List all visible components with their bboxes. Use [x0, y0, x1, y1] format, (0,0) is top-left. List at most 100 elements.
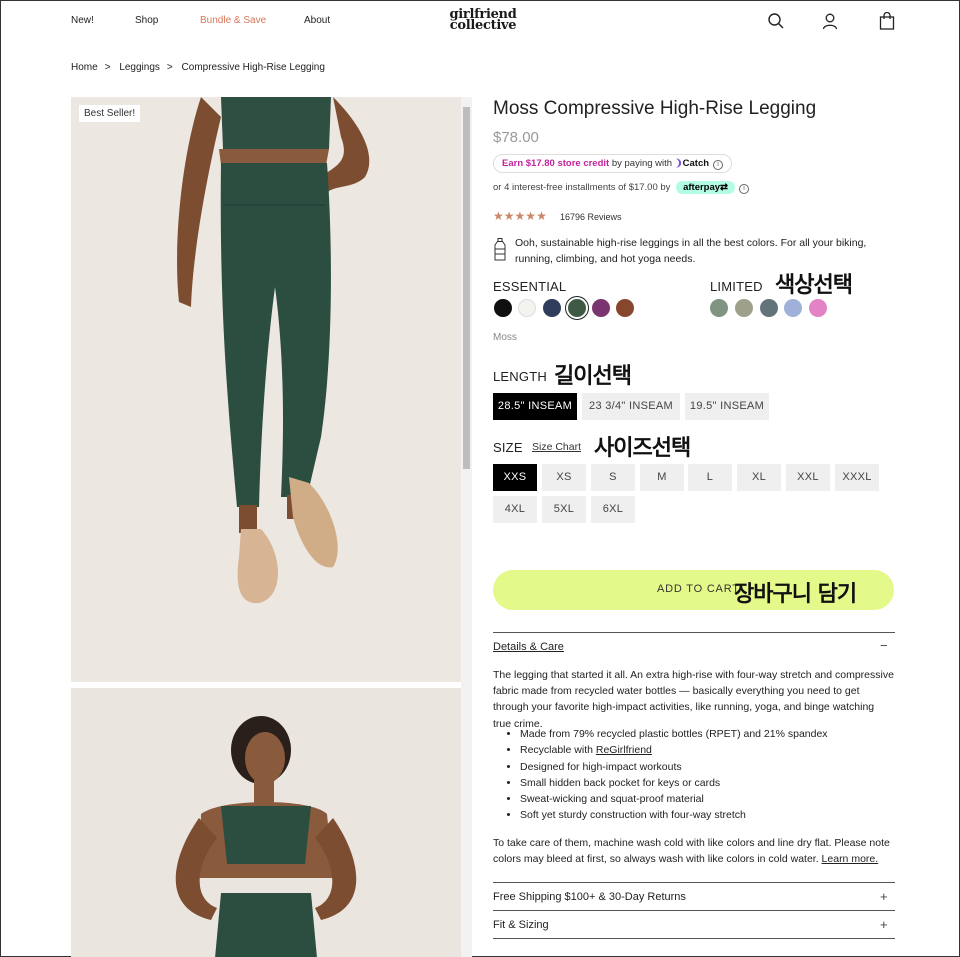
star-icon: ★	[493, 209, 504, 223]
length-option-28-5[interactable]: 28.5" INSEAM	[493, 393, 577, 420]
size-option-m[interactable]: M	[640, 464, 684, 491]
annotation-size-select: 사이즈선택	[594, 436, 691, 461]
gallery-scrollbar[interactable]	[461, 97, 472, 957]
product-photo-main[interactable]: Best Seller!	[71, 97, 461, 682]
star-icon: ★	[503, 209, 515, 223]
account-icon[interactable]	[821, 12, 839, 30]
size-option-l[interactable]: L	[688, 464, 732, 491]
list-item: Sweat-wicking and squat-proof material	[520, 791, 828, 807]
afterpay-badge[interactable]: afterpay⇄	[676, 181, 736, 194]
size-option-4xl[interactable]: 4XL	[493, 496, 537, 523]
shipping-returns-accordion[interactable]: Free Shipping $100+ & 30-Day Returns	[493, 891, 686, 903]
size-option-xs[interactable]: XS	[542, 464, 586, 491]
add-to-cart-label: ADD TO CART	[657, 583, 740, 595]
star-icon: ★	[536, 209, 547, 223]
annotation-add-to-cart: 장바구니 담기	[734, 582, 857, 607]
color-swatch-periwinkle[interactable]	[784, 299, 802, 317]
color-swatch-navy[interactable]	[543, 299, 561, 317]
length-option-23-75[interactable]: 23 3/4" INSEAM	[582, 393, 680, 420]
product-photo-secondary[interactable]	[71, 688, 461, 957]
fit-sizing-accordion[interactable]: Fit & Sizing	[493, 919, 549, 931]
breadcrumb: Home > Leggings > Compressive High-Rise Le…	[71, 62, 325, 73]
color-swatch-white[interactable]	[518, 299, 536, 317]
color-swatch-moss[interactable]	[568, 299, 586, 317]
size-option-xxs[interactable]: XXS	[493, 464, 537, 491]
product-price: $78.00	[493, 129, 539, 146]
annotation-color-select: 색상선택	[775, 273, 853, 298]
info-icon[interactable]: i	[713, 160, 724, 170]
details-bullet-list: Made from 79% recycled plastic bottles (…	[520, 726, 828, 824]
details-intro: The legging that started it all. An extr…	[493, 669, 894, 730]
water-bottle-icon	[494, 238, 506, 261]
collapse-icon[interactable]: −	[880, 638, 888, 653]
limited-colors-label: LIMITED	[710, 279, 763, 294]
learn-more-link[interactable]: Learn more.	[822, 853, 879, 865]
logo-line-2: collective	[449, 18, 517, 33]
size-chart-link[interactable]: Size Chart	[532, 441, 581, 453]
annotation-length-select: 길이선택	[554, 364, 632, 389]
size-label: SIZE	[493, 440, 523, 455]
list-item: Small hidden back pocket for keys or car…	[520, 775, 828, 791]
catch-store-credit[interactable]: Earn $17.80 store credit by paying with …	[493, 154, 733, 173]
nav-about[interactable]: About	[304, 15, 330, 26]
afterpay-installments: or 4 interest-free installments of $17.0…	[493, 181, 750, 194]
star-rating[interactable]: ★★★★★	[493, 209, 547, 223]
catch-logo-icon: ❩	[674, 158, 683, 169]
breadcrumb-home[interactable]: Home	[71, 62, 98, 73]
search-icon[interactable]	[767, 12, 785, 30]
gallery-scrollbar-thumb[interactable]	[463, 107, 470, 469]
size-option-xxl[interactable]: XXL	[786, 464, 830, 491]
nav-new[interactable]: New!	[71, 15, 94, 26]
nav-shop[interactable]: Shop	[135, 15, 158, 26]
essential-colors-label: ESSENTIAL	[493, 279, 567, 294]
catch-brand: Catch	[682, 158, 710, 169]
afterpay-text: or 4 interest-free installments of $17.0…	[493, 182, 671, 193]
list-item: Recyclable with ReGirlfriend	[520, 742, 828, 758]
regirlfriend-link[interactable]: ReGirlfriend	[596, 744, 652, 756]
color-swatch-black[interactable]	[494, 299, 512, 317]
size-option-6xl[interactable]: 6XL	[591, 496, 635, 523]
list-item: Made from 79% recycled plastic bottles (…	[520, 726, 828, 742]
divider	[493, 882, 895, 883]
size-option-xl[interactable]: XL	[737, 464, 781, 491]
color-swatch-slate[interactable]	[760, 299, 778, 317]
short-description: Ooh, sustainable high-rise leggings in a…	[515, 237, 867, 265]
length-label: LENGTH	[493, 369, 547, 384]
divider	[493, 910, 895, 911]
color-swatch-sage[interactable]	[710, 299, 728, 317]
brand-logo[interactable]: girlfriend collective	[445, 8, 521, 33]
breadcrumb-current: Compressive High-Rise Legging	[181, 62, 325, 73]
list-item: Designed for high-impact workouts	[520, 759, 828, 775]
size-option-5xl[interactable]: 5XL	[542, 496, 586, 523]
divider	[493, 632, 895, 633]
list-item: Soft yet sturdy construction with four-w…	[520, 807, 828, 823]
list-item-text: Recyclable with	[520, 744, 596, 757]
color-swatch-pink[interactable]	[809, 299, 827, 317]
size-option-s[interactable]: S	[591, 464, 635, 491]
nav-bundle-save[interactable]: Bundle & Save	[200, 15, 266, 26]
care-instructions: To take care of them, machine wash cold …	[493, 835, 895, 867]
model-torso-illustration	[175, 716, 357, 957]
best-seller-badge: Best Seller!	[79, 105, 141, 122]
star-icon: ★	[525, 209, 537, 223]
afterpay-brand: afterpay	[683, 182, 721, 193]
color-swatch-rust[interactable]	[616, 299, 634, 317]
size-option-xxxl[interactable]: XXXL	[835, 464, 879, 491]
info-icon[interactable]: i	[739, 184, 750, 194]
cart-bag-icon[interactable]	[878, 12, 896, 30]
length-option-19-5[interactable]: 19.5" INSEAM	[685, 393, 769, 420]
catch-mid-text: by paying with	[609, 158, 675, 169]
details-care-accordion[interactable]: Details & Care	[493, 641, 564, 653]
color-swatch-olive[interactable]	[735, 299, 753, 317]
selected-color-name: Moss	[493, 332, 517, 343]
breadcrumb-leggings[interactable]: Leggings	[119, 62, 160, 73]
review-count-link[interactable]: 16796 Reviews	[560, 212, 622, 222]
product-title: Moss Compressive High-Rise Legging	[493, 98, 817, 119]
star-icon: ★	[514, 209, 526, 223]
divider	[493, 938, 895, 939]
expand-icon[interactable]: +	[880, 917, 888, 932]
catch-earn-text: Earn $17.80 store credit	[502, 158, 610, 169]
color-swatch-plum[interactable]	[592, 299, 610, 317]
model-legs-illustration	[177, 97, 370, 604]
expand-icon[interactable]: +	[880, 889, 888, 904]
